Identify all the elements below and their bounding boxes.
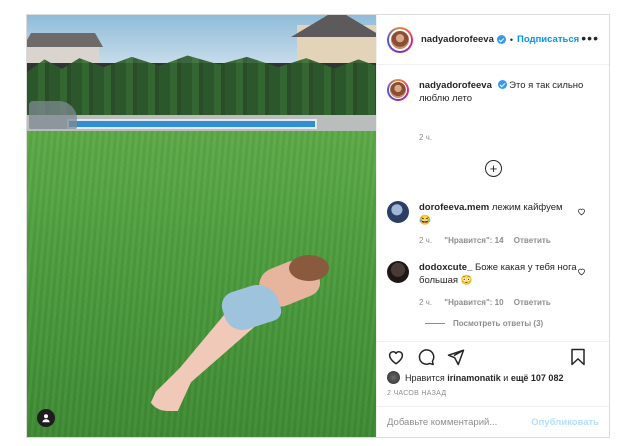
comment-time[interactable]: 2 ч. — [419, 236, 432, 245]
comment-item: dodoxcute_ Боже какая у тебя нога больша… — [387, 261, 600, 287]
post-timestamp[interactable]: 2 ЧАСОВ НАЗАД — [387, 390, 446, 397]
author-avatar[interactable] — [387, 26, 413, 53]
comment-emoji: 😂 — [419, 215, 431, 226]
liker-avatar[interactable] — [387, 371, 400, 384]
comment-like-heart-icon[interactable] — [577, 267, 586, 276]
plus-circle-icon[interactable]: + — [485, 160, 502, 177]
comment-likes-count[interactable]: "Нравится": 10 — [444, 298, 503, 307]
comment-emoji: 😳 — [460, 275, 473, 286]
comment-username[interactable]: dorofeeva.mem — [419, 202, 489, 213]
caption: nadyadorofeeva Это я так сильно люблю ле… — [387, 79, 600, 105]
caption-avatar[interactable] — [387, 79, 409, 101]
photo-pool-cover — [29, 101, 77, 129]
liker-username[interactable]: irinamonatik — [447, 373, 501, 383]
reply-button[interactable]: Ответить — [514, 236, 551, 245]
add-comment-bar: Опубликовать — [377, 406, 609, 437]
photo-pool — [67, 119, 317, 129]
comment-username[interactable]: dodoxcute_ — [419, 262, 472, 273]
comment-time[interactable]: 2 ч. — [419, 298, 432, 307]
post-header: nadyadorofeeva • Подписаться ••• — [377, 15, 609, 65]
photo-person-hair — [289, 255, 329, 281]
tagged-user-icon[interactable] — [37, 409, 55, 427]
caption-username[interactable]: nadyadorofeeva — [419, 80, 492, 91]
comment-text: лежим кайфуем — [491, 202, 563, 213]
likes-count[interactable]: ещё 107 082 — [511, 373, 564, 383]
comment-like-heart-icon[interactable] — [577, 207, 586, 216]
likes-prefix: Нравится — [405, 372, 445, 383]
view-replies-link[interactable]: Посмотреть ответы (3) — [425, 319, 543, 328]
separator-dot: • — [509, 34, 514, 45]
comment-input[interactable] — [387, 416, 527, 428]
comment-meta: 2 ч. "Нравится": 14 Ответить — [419, 236, 551, 245]
page: nadyadorofeeva • Подписаться ••• nadyado… — [0, 0, 620, 446]
comment-avatar[interactable] — [387, 261, 409, 283]
caption-time[interactable]: 2 ч. — [419, 133, 432, 142]
share-icon[interactable] — [447, 348, 465, 366]
likes-conjunction: и — [503, 372, 509, 383]
comment-avatar[interactable] — [387, 201, 409, 223]
reply-button[interactable]: Ответить — [514, 298, 551, 307]
more-options-icon[interactable]: ••• — [581, 31, 599, 45]
caption-text-block: nadyadorofeeva Это я так сильно люблю ле… — [419, 79, 589, 105]
likes-summary: Нравится irinamonatik и ещё 107 082 — [387, 371, 563, 384]
post-modal: nadyadorofeeva • Подписаться ••• nadyado… — [26, 14, 610, 438]
publish-button[interactable]: Опубликовать — [531, 417, 599, 428]
comment-meta: 2 ч. "Нравится": 10 Ответить — [419, 298, 551, 307]
heart-icon[interactable] — [387, 348, 405, 366]
comment-text-block: dodoxcute_ Боже какая у тебя нога больша… — [419, 261, 589, 287]
comment-item: dorofeeva.mem лежим кайфуем 😂 — [387, 201, 600, 227]
post-sidebar: nadyadorofeeva • Подписаться ••• nadyado… — [376, 15, 609, 437]
bookmark-icon[interactable] — [569, 348, 587, 366]
verified-badge-icon — [496, 35, 506, 44]
action-bar — [377, 341, 609, 371]
author-username[interactable]: nadyadorofeeva — [421, 34, 494, 45]
post-photo[interactable] — [27, 15, 376, 437]
comment-text-block: dorofeeva.mem лежим кайфуем 😂 — [419, 201, 589, 227]
verified-badge-icon — [497, 80, 507, 89]
photo-lawn — [27, 131, 376, 437]
follow-button[interactable]: Подписаться — [517, 34, 579, 45]
comment-icon[interactable] — [417, 348, 435, 366]
comment-likes-count[interactable]: "Нравится": 14 — [444, 236, 503, 245]
comments-section: nadyadorofeeva Это я так сильно люблю ле… — [377, 65, 609, 341]
